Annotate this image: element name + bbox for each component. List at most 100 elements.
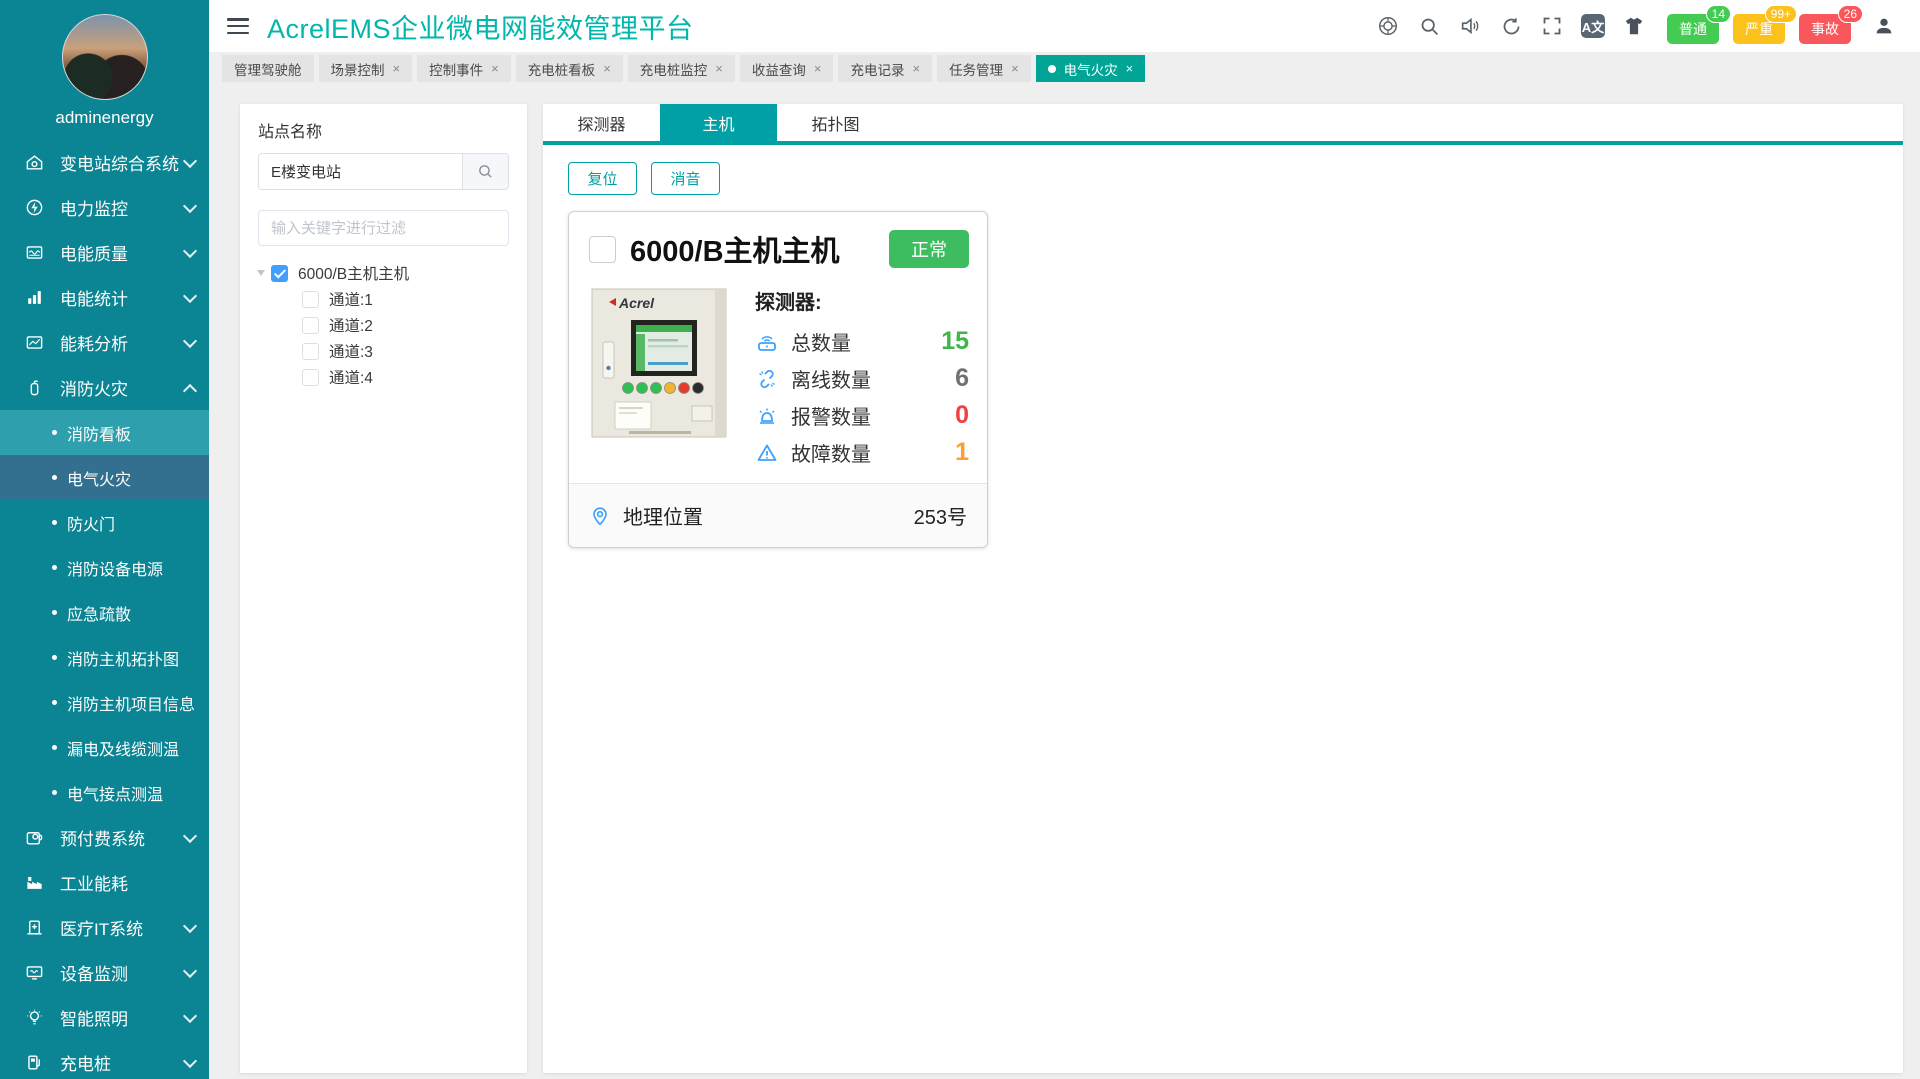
checkbox-checked[interactable] xyxy=(271,265,288,282)
device-photo[interactable]: Acrel xyxy=(589,284,729,471)
device-checkbox[interactable] xyxy=(589,236,616,263)
sidebar-subitem-fire-dashboard[interactable]: 消防看板 xyxy=(0,410,209,455)
checkbox-unchecked[interactable] xyxy=(302,291,319,308)
sidebar-subitem-emergency-evacuation[interactable]: 应急疏散 xyxy=(0,590,209,635)
tree-node-root[interactable]: 6000/B主机主机 xyxy=(258,260,509,286)
tab-topology[interactable]: 拓扑图 xyxy=(777,104,894,141)
tab-charging-records[interactable]: 充电记录× xyxy=(838,55,932,82)
chevron-down-icon xyxy=(183,918,197,932)
tree-node-channel-1[interactable]: 通道:1 xyxy=(258,286,509,312)
volume-icon[interactable] xyxy=(1458,14,1482,38)
checkbox-unchecked[interactable] xyxy=(302,343,319,360)
username: adminenergy xyxy=(55,108,153,128)
theme-icon[interactable] xyxy=(1622,14,1646,38)
close-icon[interactable]: × xyxy=(393,61,401,76)
device-card-body: Acrel xyxy=(569,278,987,483)
bullet-icon xyxy=(52,745,57,750)
sidebar-item-industry-energy[interactable]: 工业能耗 xyxy=(0,860,209,905)
sidebar-item-smart-lighting[interactable]: 智能照明 xyxy=(0,995,209,1040)
close-icon[interactable]: × xyxy=(814,61,822,76)
bullet-icon xyxy=(52,520,57,525)
close-icon[interactable]: × xyxy=(1011,61,1019,76)
tab-charger-monitor[interactable]: 充电桩监控× xyxy=(628,55,735,82)
sidebar-subitem-fire-host-project[interactable]: 消防主机项目信息 xyxy=(0,680,209,725)
stat-fault: 故障数量 1 xyxy=(755,434,969,471)
collapse-menu-icon[interactable] xyxy=(227,18,249,34)
tree-node-channel-2[interactable]: 通道:2 xyxy=(258,312,509,338)
tab-electrical-fire[interactable]: 电气火灾× xyxy=(1036,55,1146,82)
sidebar-item-fire-safety[interactable]: 消防火灾 xyxy=(0,365,209,410)
translate-icon[interactable]: A文 xyxy=(1581,14,1605,38)
bullet-icon xyxy=(52,565,57,570)
site-name-label: 站点名称 xyxy=(258,118,509,142)
user-profile: adminenergy xyxy=(0,0,209,128)
checkbox-unchecked[interactable] xyxy=(302,317,319,334)
tab-revenue-query[interactable]: 收益查询× xyxy=(740,55,834,82)
alarm-severe-button[interactable]: 严重 99+ xyxy=(1733,14,1785,44)
location-pin-icon xyxy=(589,505,611,527)
avatar[interactable] xyxy=(62,14,148,100)
detector-label: 探测器: xyxy=(755,286,969,315)
page-title: AcrelEMS企业微电网能效管理平台 xyxy=(267,7,694,46)
sidebar-item-power-quality[interactable]: 电能质量 xyxy=(0,230,209,275)
device-card-footer: 地理位置 253号 xyxy=(569,483,987,547)
main-column: AcrelEMS企业微电网能效管理平台 A文 xyxy=(209,0,1920,1079)
tab-scene-control[interactable]: 场景控制× xyxy=(319,55,413,82)
chevron-down-icon xyxy=(183,963,197,977)
tree-filter-input[interactable] xyxy=(258,210,509,246)
close-icon[interactable]: × xyxy=(1126,61,1134,76)
stat-offline: 离线数量 6 xyxy=(755,360,969,397)
tab-management-cockpit[interactable]: 管理驾驶舱 xyxy=(222,55,314,82)
power-monitor-icon xyxy=(24,198,44,218)
detector-stats: 探测器: 总数量 15 xyxy=(755,284,969,471)
sidebar-item-prepaid[interactable]: 预付费系统 xyxy=(0,815,209,860)
fault-icon xyxy=(755,441,779,465)
search-icon[interactable] xyxy=(1417,14,1441,38)
sidebar-subitem-fire-door[interactable]: 防火门 xyxy=(0,500,209,545)
platform-help-icon[interactable] xyxy=(1376,14,1400,38)
sidebar-subitem-fire-power[interactable]: 消防设备电源 xyxy=(0,545,209,590)
close-icon[interactable]: × xyxy=(491,61,499,76)
sidebar-subitem-contact-temp[interactable]: 电气接点测温 xyxy=(0,770,209,815)
tab-detectors[interactable]: 探测器 xyxy=(543,104,660,141)
sidebar-item-ev-charger[interactable]: 充电桩 xyxy=(0,1040,209,1079)
ev-charger-icon xyxy=(24,1053,44,1073)
tab-control-events[interactable]: 控制事件× xyxy=(417,55,511,82)
close-icon[interactable]: × xyxy=(603,61,611,76)
sidebar-subitem-electrical-fire[interactable]: 电气火灾 xyxy=(0,455,209,500)
sidebar-item-energy-stats[interactable]: 电能统计 xyxy=(0,275,209,320)
tab-task-management[interactable]: 任务管理× xyxy=(937,55,1031,82)
site-search-input[interactable] xyxy=(259,154,462,189)
power-quality-icon xyxy=(24,243,44,263)
sidebar-item-medical-it[interactable]: 医疗IT系统 xyxy=(0,905,209,950)
reset-button[interactable]: 复位 xyxy=(568,162,637,195)
sidebar-subitem-fire-host-topology[interactable]: 消防主机拓扑图 xyxy=(0,635,209,680)
checkbox-unchecked[interactable] xyxy=(302,369,319,386)
chevron-up-icon xyxy=(183,383,197,397)
sidebar-item-energy-analysis[interactable]: 能耗分析 xyxy=(0,320,209,365)
alarm-accident-button[interactable]: 事故 26 xyxy=(1799,14,1851,44)
prepaid-icon xyxy=(24,828,44,848)
bullet-icon xyxy=(52,610,57,615)
location-label: 地理位置 xyxy=(623,501,703,530)
close-icon[interactable]: × xyxy=(715,61,723,76)
energy-stats-icon xyxy=(24,288,44,308)
tab-charger-dashboard[interactable]: 充电桩看板× xyxy=(516,55,623,82)
sidebar-item-device-monitor[interactable]: 设备监测 xyxy=(0,950,209,995)
caret-down-icon[interactable] xyxy=(257,270,265,276)
sidebar-item-substation[interactable]: 变电站综合系统 xyxy=(0,140,209,185)
close-icon[interactable]: × xyxy=(912,61,920,76)
sidebar-subitem-leakage-cable-temp[interactable]: 漏电及线缆测温 xyxy=(0,725,209,770)
fire-safety-icon xyxy=(24,378,44,398)
fullscreen-icon[interactable] xyxy=(1540,14,1564,38)
refresh-icon[interactable] xyxy=(1499,14,1523,38)
workspace-tabbar: 管理驾驶舱 场景控制× 控制事件× 充电桩看板× 充电桩监控× 收益查询× 充电… xyxy=(209,52,1920,85)
tree-node-channel-4[interactable]: 通道:4 xyxy=(258,364,509,390)
tree-node-channel-3[interactable]: 通道:3 xyxy=(258,338,509,364)
mute-button[interactable]: 消音 xyxy=(651,162,720,195)
site-search-button[interactable] xyxy=(462,154,508,189)
sidebar-item-power-monitor[interactable]: 电力监控 xyxy=(0,185,209,230)
tab-hosts[interactable]: 主机 xyxy=(660,104,777,141)
user-icon[interactable] xyxy=(1872,14,1896,38)
alarm-normal-button[interactable]: 普通 14 xyxy=(1667,14,1719,44)
